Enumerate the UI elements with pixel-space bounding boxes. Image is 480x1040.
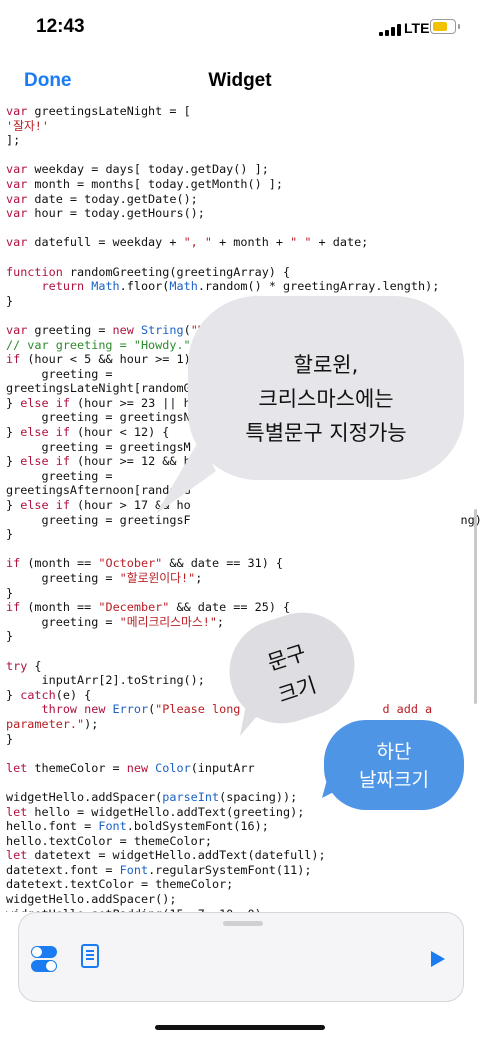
code-token: .floor( (119, 279, 170, 294)
play-icon[interactable] (431, 951, 445, 967)
code-token: let (6, 760, 28, 775)
code-token: if (6, 352, 21, 367)
code-token: var (6, 206, 28, 221)
code-token: month = months[ today.getMonth() ]; (34, 176, 283, 191)
annotation-line: 할로윈, (293, 353, 359, 377)
code-token: Error (112, 702, 149, 717)
toggles-icon[interactable] (31, 944, 57, 972)
code-token: weekday = days[ today.getDay() ]; (34, 162, 269, 177)
code-token: parseInt (162, 789, 220, 804)
code-token: var (6, 235, 28, 250)
code-token: " " (290, 235, 312, 250)
annotation-line: 특별문구 지정가능 (245, 421, 407, 445)
status-time: 12:43 (36, 16, 85, 37)
code-token: return (41, 279, 85, 294)
annotation-date-size-text: 하단 날짜크기 (324, 738, 464, 794)
code-token: try (6, 658, 28, 673)
nav-bar: Done Widget (0, 56, 480, 106)
page-title: Widget (208, 70, 272, 91)
annotation-line: 날짜크기 (359, 769, 429, 791)
code-token: '잘자!' (6, 118, 50, 133)
code-token: var (6, 176, 28, 191)
code-token: ]; (6, 133, 21, 148)
scrollbar[interactable] (474, 509, 477, 704)
code-token: Math (91, 279, 120, 294)
network-label: LTE (404, 20, 430, 36)
code-token: ( (183, 322, 191, 337)
code-token: var (6, 104, 28, 118)
code-token: var (6, 191, 28, 206)
code-token: (month == (20, 600, 99, 615)
code-token: if (6, 600, 21, 615)
code-token: throw new (41, 702, 106, 717)
code-token: "할로윈이다!" (119, 571, 196, 585)
document-icon[interactable] (81, 944, 99, 968)
code-token: else if (20, 425, 70, 440)
code-token: Font (119, 862, 149, 877)
annotation-holiday-text: 할로윈, 크리스마스에는 특별문구 지정가능 (188, 348, 464, 450)
code-token: greetingsLateNight = [ (34, 104, 191, 118)
code-token: greeting = (27, 322, 113, 337)
code-token: (spacing)); (219, 789, 298, 804)
annotation-line: 하단 (376, 741, 412, 763)
code-token: "October" (98, 556, 163, 571)
code-token: "메리크리스마스!" (119, 614, 217, 629)
code-token: ", " (183, 235, 212, 250)
code-token: Font (98, 819, 127, 834)
code-token: let (6, 804, 28, 819)
cellular-signal-icon (379, 24, 401, 36)
bottom-toolbar (18, 912, 464, 1002)
code-token: new (126, 760, 149, 775)
code-token: // var greeting = "Howdy."; (6, 337, 198, 352)
code-token: catch (20, 687, 56, 702)
code-token: var (6, 322, 28, 337)
battery-icon (430, 19, 460, 34)
code-token: else if (20, 454, 70, 469)
code-token: if (6, 556, 21, 571)
status-bar: 12:43 LTE (0, 0, 480, 56)
code-token: function (6, 264, 63, 279)
code-token: (hour > 17 && ho greeting = greetingsF n… (6, 498, 480, 542)
code-token: hour = today.getHours(); (34, 206, 205, 221)
code-token: new (112, 322, 134, 337)
code-token: themeColor = (27, 760, 127, 775)
code-token: "December" (98, 600, 170, 615)
code-token: var (6, 162, 28, 177)
code-token: else if (20, 395, 70, 410)
code-token: + month + (212, 235, 291, 250)
home-indicator (155, 1025, 325, 1030)
code-token: else if (20, 498, 70, 513)
annotation-line: 크리스마스에는 (258, 387, 394, 411)
code-token: String (140, 322, 184, 337)
code-token: Color (155, 760, 191, 775)
code-token: datefull = weekday + (27, 235, 184, 250)
code-token: date = today.getDate(); (34, 191, 198, 206)
sheet-grabber[interactable] (223, 921, 263, 926)
code-token: let (6, 848, 28, 863)
code-token: Math (169, 279, 198, 294)
code-token: (month == (20, 556, 99, 571)
code-token: + date; (318, 235, 369, 250)
